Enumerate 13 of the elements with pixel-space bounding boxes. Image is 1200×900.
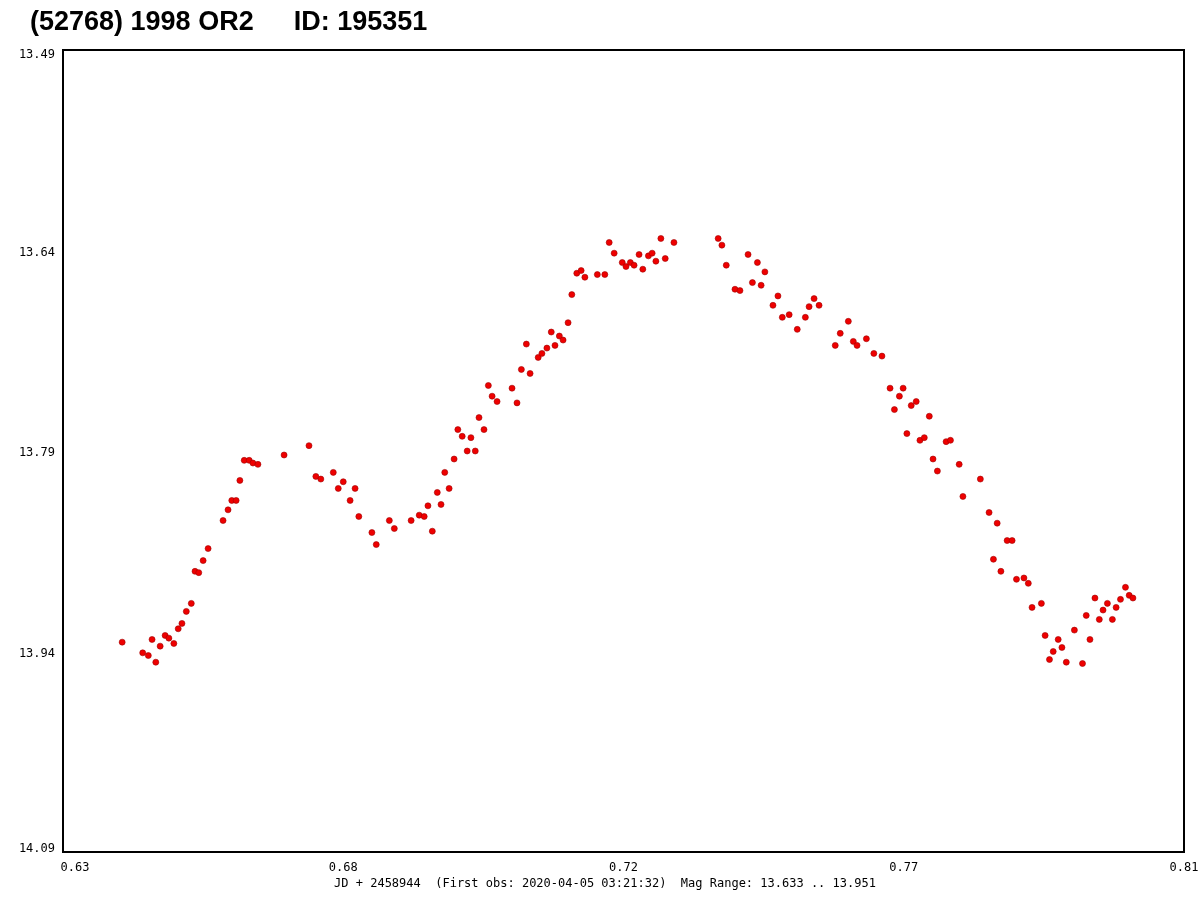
tick-label: 13.49	[18, 47, 55, 61]
tick-label: 0.63	[60, 860, 90, 874]
object-id: ID: 195351	[293, 5, 428, 37]
tick-label: 0.81	[1169, 860, 1199, 874]
tick-label: 13.64	[18, 244, 55, 259]
tick-label: 0.68	[328, 860, 358, 874]
tick-label: 13.79	[18, 445, 55, 459]
tick-label: 0.72	[609, 860, 638, 874]
tick-label: 13.94	[18, 645, 55, 660]
object-title: (52768) 1998 OR2	[30, 5, 254, 37]
tick-label: 14.09	[18, 841, 55, 855]
tick-label: 0.77	[889, 860, 919, 874]
x-axis-label: JD + 2458944 (First obs: 2020-04-05 03:21:32) Mag Range: 13.633 .. 13.951	[334, 876, 876, 890]
